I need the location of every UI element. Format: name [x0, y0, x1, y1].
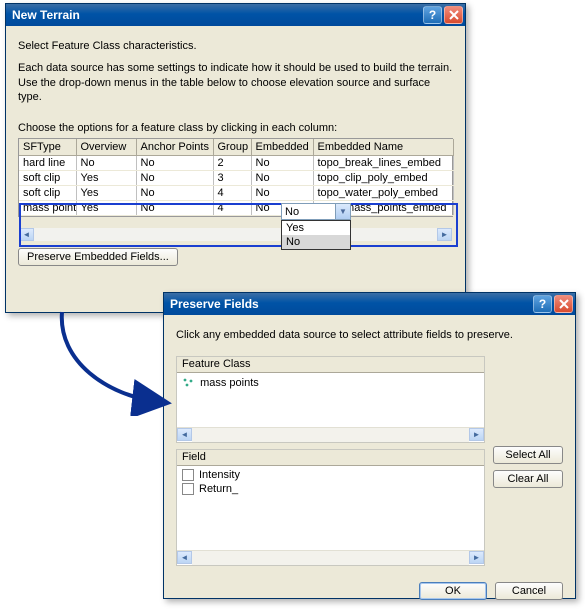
column-header-group[interactable]: Group — [213, 139, 251, 155]
table-cell[interactable]: 4 — [213, 200, 251, 215]
horizontal-scrollbar[interactable]: ◄ ► — [18, 227, 453, 242]
table-cell[interactable]: 4 — [213, 185, 251, 200]
cancel-button[interactable]: Cancel — [495, 582, 563, 600]
table-row[interactable]: soft clipYesNo4Notopo_water_poly_embed — [19, 185, 453, 200]
dropdown-list[interactable]: Yes No — [281, 220, 351, 250]
feature-class-listbox[interactable]: Feature Class mass points ◄ ► — [176, 356, 485, 443]
table-cell[interactable]: topo_break_lines_embed — [313, 155, 453, 170]
table-cell[interactable]: Yes — [76, 200, 136, 215]
close-button[interactable] — [444, 6, 463, 24]
embedded-dropdown[interactable]: No ▼ — [281, 203, 351, 220]
feature-class-table[interactable]: SFType Overview Anchor Points Group Embe… — [18, 138, 453, 217]
instruction-text: Each data source has some settings to in… — [18, 61, 453, 104]
help-button[interactable]: ? — [533, 295, 552, 313]
table-cell[interactable]: 2 — [213, 155, 251, 170]
table-cell[interactable]: No — [251, 155, 313, 170]
table-cell[interactable]: soft clip — [19, 170, 76, 185]
chevron-down-icon[interactable]: ▼ — [335, 204, 350, 219]
instruction-text: Choose the options for a feature class b… — [18, 122, 453, 134]
scroll-left-icon[interactable]: ◄ — [177, 428, 192, 441]
scroll-right-icon[interactable]: ► — [469, 428, 484, 441]
preserve-embedded-fields-button[interactable]: Preserve Embedded Fields... — [18, 248, 178, 266]
table-row[interactable]: mass pointsYesNo4Notopo_mass_points_embe… — [19, 200, 453, 215]
table-cell[interactable]: Yes — [76, 185, 136, 200]
column-header-embedded[interactable]: Embedded — [251, 139, 313, 155]
table-row[interactable]: hard lineNoNo2Notopo_break_lines_embed — [19, 155, 453, 170]
table-cell[interactable]: 3 — [213, 170, 251, 185]
table-cell[interactable]: No — [136, 185, 213, 200]
scroll-left-icon[interactable]: ◄ — [19, 228, 34, 241]
dropdown-value: No — [282, 206, 335, 218]
table-cell[interactable]: soft clip — [19, 185, 76, 200]
field-listbox[interactable]: Field Intensity Return_ ◄ ► — [176, 449, 485, 566]
list-item[interactable]: mass points — [182, 375, 479, 389]
listbox-header: Field — [177, 450, 484, 466]
table-cell[interactable]: No — [136, 200, 213, 215]
table-cell[interactable]: topo_clip_poly_embed — [313, 170, 453, 185]
field-label: Return_ — [199, 483, 238, 495]
clear-all-button[interactable]: Clear All — [493, 470, 563, 488]
table-cell[interactable]: mass points — [19, 200, 76, 215]
titlebar[interactable]: New Terrain ? — [6, 4, 465, 26]
dialog-title: New Terrain — [12, 8, 421, 22]
instruction-text: Select Feature Class characteristics. — [18, 39, 453, 53]
preserve-fields-dialog: Preserve Fields ? Click any embedded dat… — [163, 292, 576, 599]
ok-button[interactable]: OK — [419, 582, 487, 600]
dropdown-option-no[interactable]: No — [282, 235, 350, 249]
select-all-button[interactable]: Select All — [493, 446, 563, 464]
field-label: Intensity — [199, 469, 240, 481]
table-cell[interactable]: No — [76, 155, 136, 170]
field-checkbox-row[interactable]: Return_ — [182, 482, 479, 496]
list-item-label: mass points — [200, 377, 259, 389]
listbox-header: Feature Class — [177, 357, 484, 373]
point-layer-icon — [182, 377, 194, 388]
table-cell[interactable]: No — [136, 170, 213, 185]
column-header-anchor-points[interactable]: Anchor Points — [136, 139, 213, 155]
checkbox[interactable] — [182, 469, 194, 481]
close-button[interactable] — [554, 295, 573, 313]
column-header-overview[interactable]: Overview — [76, 139, 136, 155]
instruction-text: Click any embedded data source to select… — [176, 328, 563, 342]
table-cell[interactable]: No — [251, 185, 313, 200]
callout-arrow-icon — [52, 306, 172, 416]
table-cell[interactable]: hard line — [19, 155, 76, 170]
table-cell[interactable]: No — [136, 155, 213, 170]
new-terrain-dialog: New Terrain ? Select Feature Class chara… — [5, 3, 466, 313]
table-row[interactable]: soft clipYesNo3Notopo_clip_poly_embed — [19, 170, 453, 185]
horizontal-scrollbar[interactable]: ◄ ► — [177, 550, 484, 565]
scroll-right-icon[interactable]: ► — [469, 551, 484, 564]
table-cell[interactable]: Yes — [76, 170, 136, 185]
field-checkbox-row[interactable]: Intensity — [182, 468, 479, 482]
checkbox[interactable] — [182, 483, 194, 495]
scroll-left-icon[interactable]: ◄ — [177, 551, 192, 564]
dropdown-option-yes[interactable]: Yes — [282, 221, 350, 235]
dialog-title: Preserve Fields — [170, 297, 531, 311]
titlebar[interactable]: Preserve Fields ? — [164, 293, 575, 315]
column-header-sftype[interactable]: SFType — [19, 139, 76, 155]
column-header-embedded-name[interactable]: Embedded Name — [313, 139, 453, 155]
table-cell[interactable]: No — [251, 170, 313, 185]
horizontal-scrollbar[interactable]: ◄ ► — [177, 427, 484, 442]
scroll-right-icon[interactable]: ► — [437, 228, 452, 241]
table-cell[interactable]: topo_water_poly_embed — [313, 185, 453, 200]
help-button[interactable]: ? — [423, 6, 442, 24]
